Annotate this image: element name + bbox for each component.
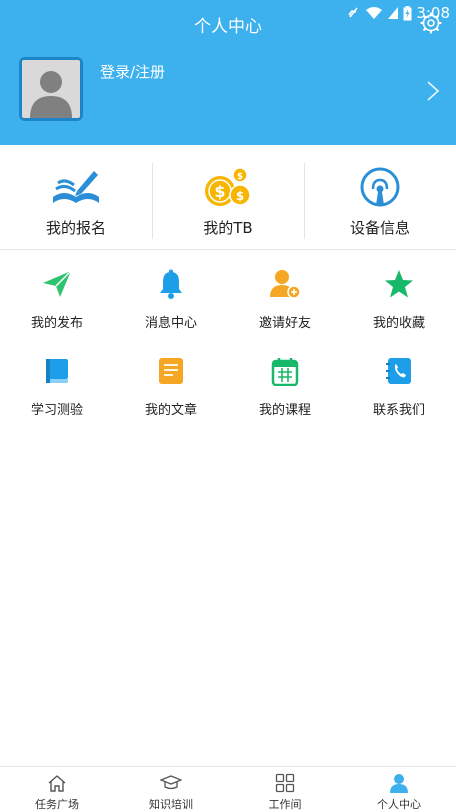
gear-icon bbox=[420, 12, 442, 34]
tab-label: 知识培训 bbox=[149, 798, 193, 811]
profile-header: 3:08 个人中心 登录/注册 bbox=[0, 0, 456, 145]
stat-device-info[interactable]: 设备信息 bbox=[304, 145, 456, 249]
star-icon bbox=[383, 268, 415, 300]
screen: 3:08 个人中心 登录/注册 我的报名 $ $ $ 我的TB 设备信息 我的发… bbox=[0, 0, 456, 812]
device-signal-icon bbox=[354, 165, 406, 209]
grid-label: 学习测验 bbox=[30, 403, 83, 418]
add-friend-icon bbox=[269, 268, 301, 300]
settings-button[interactable] bbox=[420, 12, 442, 34]
svg-text:$: $ bbox=[214, 182, 225, 201]
grid-item-my-courses[interactable]: 我的课程 bbox=[228, 351, 342, 418]
document-icon bbox=[155, 355, 187, 387]
grid-label: 我的发布 bbox=[30, 316, 83, 331]
book-icon bbox=[41, 355, 73, 387]
stat-label: 我的TB bbox=[203, 219, 253, 237]
tab-label: 个人中心 bbox=[377, 798, 421, 811]
coins-icon: $ $ $ bbox=[202, 165, 254, 209]
svg-text:$: $ bbox=[236, 189, 244, 203]
stats-row: 我的报名 $ $ $ 我的TB 设备信息 bbox=[0, 145, 456, 250]
bottom-nav: 任务广场 知识培训 工作间 个人中心 bbox=[0, 766, 456, 812]
login-register-link[interactable]: 登录/注册 bbox=[100, 61, 165, 82]
user-placeholder-icon bbox=[30, 71, 72, 118]
tab-workroom[interactable]: 工作间 bbox=[228, 767, 342, 812]
tab-knowledge-training[interactable]: 知识培训 bbox=[114, 767, 228, 812]
book-pen-icon bbox=[50, 165, 102, 209]
stat-my-signup[interactable]: 我的报名 bbox=[0, 145, 152, 249]
grid-item-contact-us[interactable]: 联系我们 bbox=[342, 351, 456, 418]
avatar[interactable] bbox=[19, 57, 83, 121]
page-title: 个人中心 bbox=[194, 17, 262, 37]
home-icon bbox=[46, 773, 68, 793]
grid-item-my-posts[interactable]: 我的发布 bbox=[0, 264, 114, 331]
tab-personal-center[interactable]: 个人中心 bbox=[342, 767, 456, 812]
tab-label: 任务广场 bbox=[35, 798, 79, 811]
grid-label: 邀请好友 bbox=[258, 316, 311, 331]
grid-item-messages[interactable]: 消息中心 bbox=[114, 264, 228, 331]
grid-icon bbox=[274, 773, 296, 793]
tab-task-square[interactable]: 任务广场 bbox=[0, 767, 114, 812]
grid-label: 我的课程 bbox=[258, 403, 311, 418]
grid-label: 我的收藏 bbox=[372, 316, 425, 331]
bell-icon bbox=[155, 268, 187, 300]
grid-label: 联系我们 bbox=[372, 403, 425, 418]
profile-chevron-icon[interactable] bbox=[426, 80, 440, 102]
calendar-icon bbox=[269, 355, 301, 387]
tab-label: 工作间 bbox=[268, 798, 302, 811]
grid-item-favorites[interactable]: 我的收藏 bbox=[342, 264, 456, 331]
stat-label: 设备信息 bbox=[349, 219, 410, 237]
phone-book-icon bbox=[383, 355, 415, 387]
svg-text:$: $ bbox=[237, 172, 243, 182]
grid-item-quiz[interactable]: 学习测验 bbox=[0, 351, 114, 418]
graduation-cap-icon bbox=[160, 773, 182, 793]
person-icon bbox=[388, 773, 410, 793]
stat-my-tb[interactable]: $ $ $ 我的TB bbox=[152, 145, 304, 249]
paper-plane-icon bbox=[41, 268, 73, 300]
grid-item-invite-friends[interactable]: 邀请好友 bbox=[228, 264, 342, 331]
grid-item-my-articles[interactable]: 我的文章 bbox=[114, 351, 228, 418]
feature-grid: 我的发布 消息中心 邀请好友 我的收藏 学习测验 我的文章 我的课程 联系我们 bbox=[0, 264, 456, 418]
grid-label: 消息中心 bbox=[144, 316, 197, 331]
stat-label: 我的报名 bbox=[45, 219, 106, 237]
grid-label: 我的文章 bbox=[144, 403, 197, 418]
